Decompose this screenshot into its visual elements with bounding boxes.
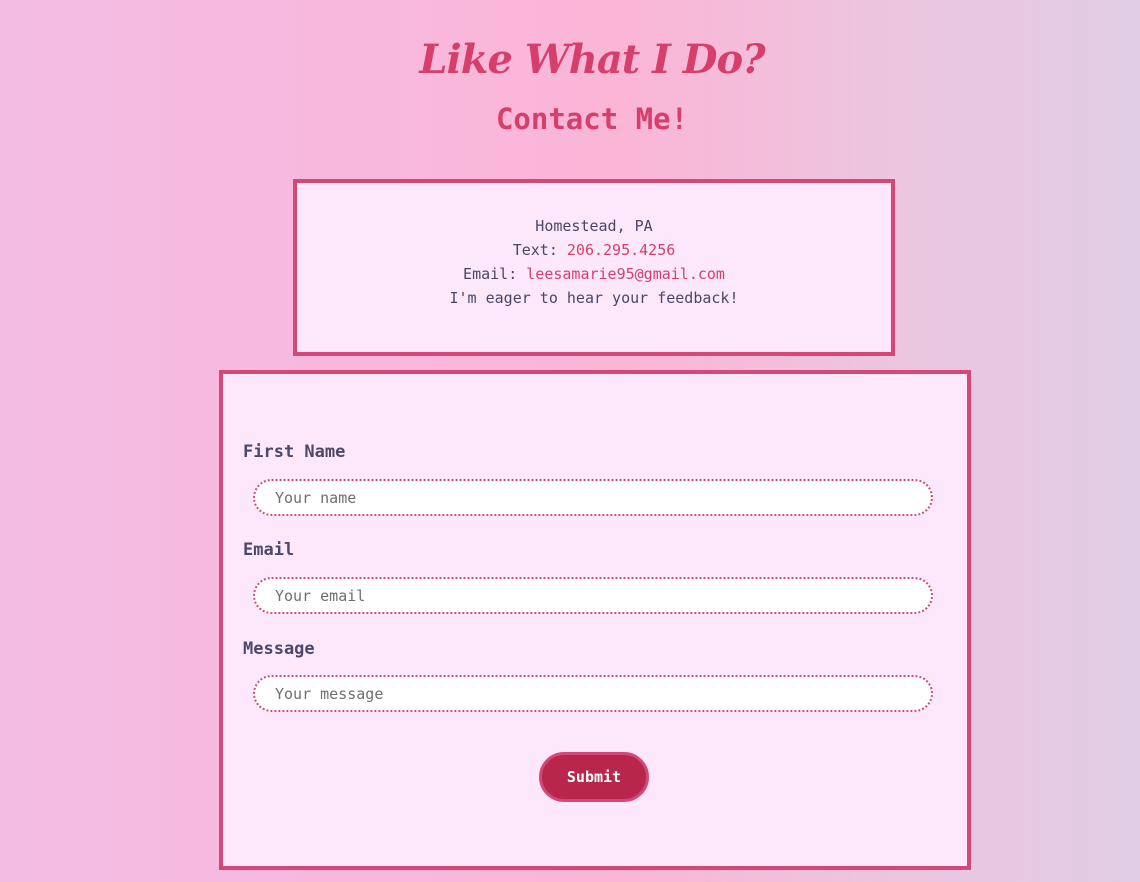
contact-info-lines: Homestead, PA Text: 206.295.4256 Email: … bbox=[297, 214, 891, 310]
submit-button[interactable]: Submit bbox=[539, 752, 649, 802]
email-label-field: Email bbox=[243, 540, 295, 560]
page-subtitle: Contact Me! bbox=[495, 102, 689, 136]
email-link[interactable]: leesamarie95@gmail.com bbox=[526, 265, 725, 283]
first-name-label: First Name bbox=[243, 442, 346, 462]
phone-line: Text: 206.295.4256 bbox=[297, 238, 891, 262]
contact-form: First Name Email Message Submit bbox=[219, 370, 971, 870]
first-name-input[interactable] bbox=[253, 479, 933, 516]
email-input[interactable] bbox=[253, 577, 933, 614]
contact-info-card: Homestead, PA Text: 206.295.4256 Email: … bbox=[293, 179, 895, 356]
page-title: Like What I Do? bbox=[419, 36, 765, 83]
location-text: Homestead, PA bbox=[535, 217, 653, 235]
feedback-message: I'm eager to hear your feedback! bbox=[449, 289, 739, 307]
message-input[interactable] bbox=[253, 675, 933, 712]
phone-label: Text: bbox=[512, 241, 567, 259]
phone-link[interactable]: 206.295.4256 bbox=[567, 241, 675, 259]
email-label: Email: bbox=[463, 265, 527, 283]
email-line: Email: leesamarie95@gmail.com bbox=[297, 262, 891, 286]
message-label: Message bbox=[243, 639, 315, 659]
